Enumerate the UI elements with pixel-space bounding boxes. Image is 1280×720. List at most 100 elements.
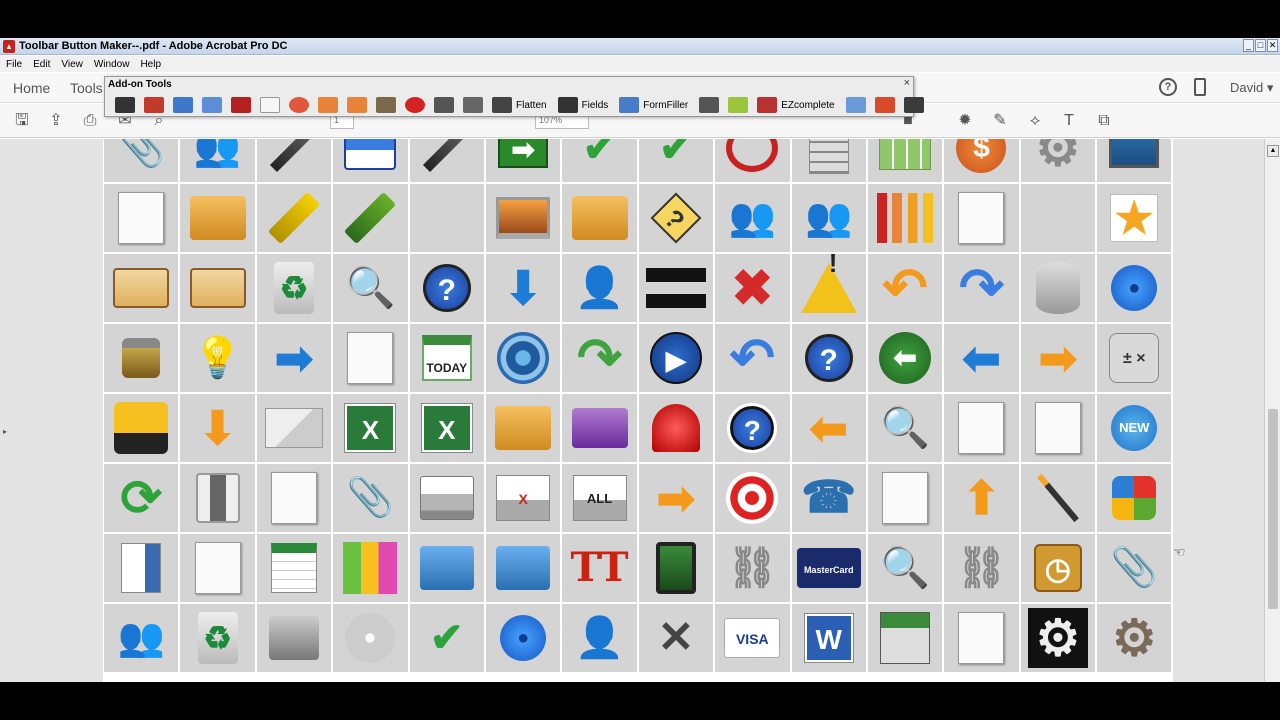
icon-cell: MasterCard xyxy=(791,534,866,602)
target-icon xyxy=(497,332,550,384)
exit-icon: ➡ xyxy=(498,139,549,168)
icon-cell: 📎 xyxy=(333,464,408,532)
arrow-down-icon: ⬇ xyxy=(503,262,543,314)
menu-view[interactable]: View xyxy=(61,59,83,70)
save-icon[interactable]: 🖫 xyxy=(12,111,32,131)
lock-tool-icon[interactable] xyxy=(318,97,338,113)
mobile-icon[interactable] xyxy=(1194,78,1206,96)
checkmark-icon: ✔ xyxy=(582,139,617,170)
link-add-icon: ⛓ xyxy=(726,546,778,590)
icon-cell xyxy=(256,139,332,182)
scroll-thumb[interactable] xyxy=(1268,409,1278,609)
icon-cell: ⬅ xyxy=(944,324,1019,392)
bullseye-icon xyxy=(726,472,779,524)
vertical-scrollbar[interactable]: ▲ xyxy=(1264,139,1280,682)
page-layout-icon[interactable] xyxy=(699,97,720,113)
icon-cell xyxy=(867,464,943,532)
fields-label: Fields xyxy=(581,99,609,111)
text-icon[interactable]: T xyxy=(1059,111,1079,131)
close-button[interactable]: ✕ xyxy=(1267,39,1278,52)
icon-cell: ↷ xyxy=(562,324,637,392)
flatten-form-icon[interactable] xyxy=(434,97,454,113)
maximize-button[interactable]: □ xyxy=(1255,39,1266,52)
cd-icon xyxy=(345,613,396,663)
crop-tool-icon[interactable] xyxy=(144,97,164,113)
icon-cell xyxy=(333,534,408,602)
list-tool-icon[interactable] xyxy=(728,97,749,113)
scroll-up-button[interactable]: ▲ xyxy=(1267,145,1279,157)
export-tool-icon[interactable] xyxy=(202,97,222,113)
minimize-button[interactable]: _ xyxy=(1243,39,1254,52)
run-tool-icon[interactable] xyxy=(874,97,895,113)
menu-window[interactable]: Window xyxy=(94,59,130,70)
icon-cell xyxy=(715,139,790,182)
icon-cell: NEW xyxy=(1097,394,1172,462)
star-icon: ★ xyxy=(1110,194,1159,243)
bug-icon[interactable]: ✹ xyxy=(955,111,975,131)
side-panel-toggle-icon[interactable]: ▸ xyxy=(3,427,7,436)
icon-cell xyxy=(409,534,484,602)
icon-cell xyxy=(944,184,1019,252)
edit-page-icon[interactable]: ✎ xyxy=(990,111,1010,131)
icon-cell xyxy=(562,184,637,252)
fields-button[interactable]: Fields xyxy=(557,97,609,113)
document-viewer: ▸ 📎 👥 ➡ ✔ ✔ $ ⚙? 👥 👥 ★ ♻ 🔍? ⬇ 👤 ✖! ↶ ↷ ● 💡 ➡ TODAY ↷ ▶ ↶? ⬅ ⬅ ➡ ± ×… xyxy=(0,139,1280,682)
icon-cell: ⬆ xyxy=(944,464,1019,532)
user-menu[interactable]: David ▾ xyxy=(1230,80,1273,96)
print-icon[interactable]: ⎙ xyxy=(80,111,100,131)
menu-help[interactable]: Help xyxy=(140,59,161,70)
paperclip-grey-icon: 📎 xyxy=(1110,547,1158,589)
ezcomplete-icon xyxy=(757,97,778,113)
print-tool-icon[interactable] xyxy=(463,97,483,113)
pen-icon xyxy=(422,139,471,173)
addon-close-button[interactable]: × xyxy=(904,77,910,89)
home-tab[interactable]: Home xyxy=(13,80,50,96)
check-tool-icon[interactable] xyxy=(231,97,251,113)
icon-cell xyxy=(1020,254,1096,322)
hand-cursor-icon: ☜ xyxy=(1173,544,1186,560)
icon-cell xyxy=(104,394,179,462)
wrench-tool-icon[interactable] xyxy=(903,97,924,113)
screenshot-tool-icon[interactable] xyxy=(845,97,866,113)
telephone-icon: ☎ xyxy=(801,473,857,522)
icon-cell: VISA xyxy=(715,604,790,672)
play-icon: ▶ xyxy=(649,332,702,384)
spreadsheet-icon xyxy=(879,139,932,170)
stop-tool-icon[interactable] xyxy=(405,97,425,113)
print-all-icon: ALL xyxy=(572,475,627,521)
back-arrow-icon: ↶ xyxy=(729,328,775,388)
dollar-icon: $ xyxy=(956,139,1007,173)
stamp-tool-icon[interactable] xyxy=(376,97,396,113)
icon-cell: 👤 xyxy=(562,254,637,322)
pdf-icon xyxy=(958,612,1005,664)
window-tool-icon[interactable] xyxy=(173,97,193,113)
icon-cell: 👥 xyxy=(104,604,179,672)
icon-cell: ⬇ xyxy=(180,394,255,462)
page-tool-icon[interactable] xyxy=(260,97,280,113)
help-icon[interactable]: ? xyxy=(1159,78,1177,96)
flatten-button[interactable]: Flatten xyxy=(492,97,547,113)
unlock-tool-icon[interactable] xyxy=(347,97,367,113)
tools-tab[interactable]: Tools xyxy=(70,80,103,96)
new-badge-icon: NEW xyxy=(1111,405,1158,451)
user-tool-icon[interactable] xyxy=(115,97,135,113)
ezcomplete-button[interactable]: EZcomplete xyxy=(757,97,835,113)
icon-cell: ☎ xyxy=(791,464,866,532)
silhouette-icon: 👤 xyxy=(574,616,625,660)
user-group-dark-icon: 👥 xyxy=(117,617,165,659)
palette-tool-icon[interactable] xyxy=(289,97,309,113)
formfiller-icon xyxy=(619,97,640,113)
folder-share-icon xyxy=(496,546,551,590)
redact-icon[interactable]: ⧉ xyxy=(1094,111,1114,131)
menu-edit[interactable]: Edit xyxy=(33,59,50,70)
icon-cell xyxy=(256,534,332,602)
upload-icon[interactable]: ⇪ xyxy=(46,111,66,131)
menu-file[interactable]: File xyxy=(6,59,22,70)
icon-cell: 👤 xyxy=(562,604,637,672)
tag-icon[interactable]: ⟡ xyxy=(1025,111,1045,131)
formfiller-button[interactable]: FormFiller xyxy=(619,97,688,113)
calculator-keys-icon: ± × xyxy=(1109,333,1160,383)
icon-cell xyxy=(791,139,866,182)
attachment-icon: 📎 xyxy=(346,477,395,519)
trash-icon: ♻ xyxy=(197,612,238,664)
